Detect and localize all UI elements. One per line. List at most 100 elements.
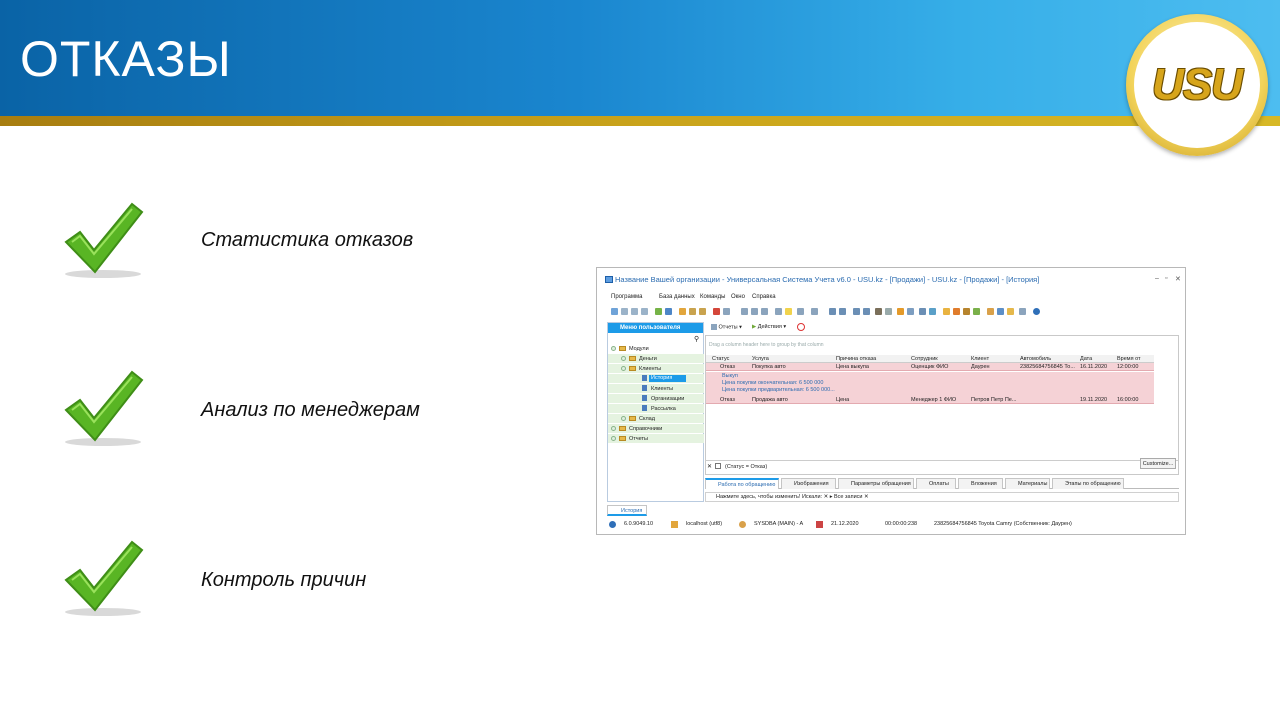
tab-history-bottom[interactable]: История — [607, 505, 647, 516]
cell: Петров Петр Пе... — [971, 397, 1017, 403]
tab-work[interactable]: Работа по обращению — [705, 478, 779, 489]
toolbar-icon[interactable] — [689, 308, 696, 315]
toolbar-icon[interactable] — [631, 308, 638, 315]
reports-label: Отчеты — [718, 324, 738, 331]
col-reason[interactable]: Причина отказа — [836, 356, 876, 362]
col-client[interactable]: Клиент — [971, 356, 989, 362]
customize-button[interactable]: Customize... — [1140, 458, 1176, 469]
tree-item-modules[interactable]: Модули — [608, 344, 704, 353]
col-car[interactable]: Автомобиль — [1020, 356, 1051, 362]
stop-icon[interactable] — [797, 323, 805, 331]
toolbar-icon[interactable] — [907, 308, 914, 315]
table-row[interactable]: Отказ Покупка авто Цена выкупа Оценщик Ф… — [706, 363, 1154, 371]
tab-attachments[interactable]: Вложения — [958, 478, 1003, 489]
search-bar[interactable]: Нажмите здесь, чтобы изменить! Искали: ✕… — [705, 492, 1179, 502]
tab-images[interactable]: Изображения — [781, 478, 836, 489]
tree-item-money[interactable]: Деньги — [608, 354, 704, 363]
clear-filter-icon[interactable]: ✕ — [707, 463, 712, 470]
collapse-icon[interactable] — [611, 346, 616, 351]
menu-database[interactable]: База данных — [659, 294, 695, 300]
filter-bar: ✕ (Статус = Отказ) — [705, 460, 1179, 471]
tab-materials[interactable]: Материалы — [1005, 478, 1050, 489]
flag-icon[interactable] — [713, 308, 720, 315]
tree-item-history[interactable]: История — [608, 374, 704, 383]
toolbar-icon[interactable] — [839, 308, 846, 315]
expand-icon[interactable] — [611, 436, 616, 441]
cell: 16:00:00 — [1117, 397, 1139, 403]
toolbar-icon[interactable] — [699, 308, 706, 315]
detail-tabs: Работа по обращению Изображения Параметр… — [705, 478, 1179, 489]
play-icon[interactable] — [1007, 308, 1014, 315]
toolbar-icon[interactable] — [775, 308, 782, 315]
filter-icon[interactable] — [679, 308, 686, 315]
tree-item-organizations[interactable]: Организации — [608, 394, 704, 403]
tree-item-reports[interactable]: Отчеты — [608, 434, 704, 443]
menu-window[interactable]: Окно — [731, 294, 745, 300]
menu-commands[interactable]: Команды — [700, 294, 725, 300]
cell: Даурен — [971, 364, 990, 370]
actions-dropdown[interactable]: ▶ Действия ▾ — [752, 324, 786, 330]
filter-checkbox[interactable] — [715, 463, 721, 469]
toolbar-icon[interactable] — [943, 308, 950, 315]
maximize-icon[interactable]: ▫ — [1165, 275, 1167, 282]
toolbar-icon[interactable] — [919, 308, 926, 315]
toolbar-icon[interactable] — [797, 308, 804, 315]
reports-dropdown[interactable]: Отчеты ▾ — [711, 324, 742, 330]
search-icon[interactable]: ⚲ — [694, 335, 699, 343]
col-date[interactable]: Дата — [1080, 356, 1092, 362]
toolbar-icon[interactable] — [963, 308, 970, 315]
folder-icon — [619, 436, 626, 441]
toolbar-icon[interactable] — [973, 308, 980, 315]
toolbar-icon[interactable] — [621, 308, 628, 315]
toolbar-icon[interactable] — [1019, 308, 1026, 315]
tree-item-clients-sub[interactable]: Клиенты — [608, 384, 704, 393]
status-bar: 6.0.9049.10 localhost (utf8) SYSDBA (MAI… — [597, 518, 1185, 530]
tree-item-mailing[interactable]: Рассылка — [608, 404, 704, 413]
toolbar-icon[interactable] — [741, 308, 748, 315]
toolbar-icon[interactable] — [987, 308, 994, 315]
toolbar-icon[interactable] — [723, 308, 730, 315]
tab-params[interactable]: Параметры обращения — [838, 478, 914, 489]
toolbar-icon[interactable] — [641, 308, 648, 315]
toolbar-icon[interactable] — [929, 308, 936, 315]
toolbar-icon[interactable] — [655, 308, 662, 315]
col-time-from[interactable]: Время от — [1117, 356, 1141, 362]
clear-icon[interactable]: ✕ — [864, 494, 869, 500]
tree-item-clients[interactable]: Клиенты — [608, 364, 704, 373]
minimize-icon[interactable]: – — [1155, 275, 1159, 282]
expand-icon[interactable] — [621, 416, 626, 421]
collapse-icon[interactable] — [621, 366, 626, 371]
tree-item-warehouse[interactable]: Склад — [608, 414, 704, 423]
toolbar-icon[interactable] — [953, 308, 960, 315]
search-icon[interactable] — [665, 308, 672, 315]
cell: Покупка авто — [752, 364, 786, 370]
toolbar-icon[interactable] — [611, 308, 618, 315]
toolbar-icon[interactable] — [853, 308, 860, 315]
app-window-icon — [605, 276, 613, 283]
toolbar-icon[interactable] — [761, 308, 768, 315]
toolbar-icon[interactable] — [785, 308, 792, 315]
toolbar-icon[interactable] — [897, 308, 904, 315]
close-icon[interactable]: ✕ — [1175, 275, 1181, 283]
tab-payments[interactable]: Оплаты — [916, 478, 956, 489]
toolbar-icon[interactable] — [751, 308, 758, 315]
col-employee[interactable]: Сотрудник — [911, 356, 938, 362]
tree-item-directories[interactable]: Справочники — [608, 424, 704, 433]
toolbar-icon[interactable] — [811, 308, 818, 315]
mail-icon[interactable] — [997, 308, 1004, 315]
tab-stages[interactable]: Этапы по обращению — [1052, 478, 1124, 489]
menu-help[interactable]: Справка — [752, 294, 776, 300]
toolbar-icon[interactable] — [885, 308, 892, 315]
col-status[interactable]: Статус — [712, 356, 729, 362]
table-row[interactable]: Отказ Продажа авто Цена Менеджер 1 ФИО П… — [706, 396, 1154, 404]
menu-program[interactable]: Программа — [611, 294, 642, 300]
expand-icon[interactable] — [621, 356, 626, 361]
folder-icon — [629, 356, 636, 361]
col-service[interactable]: Услуга — [752, 356, 769, 362]
info-icon — [609, 521, 616, 528]
toolbar-icon[interactable] — [875, 308, 882, 315]
expand-icon[interactable] — [611, 426, 616, 431]
info-icon[interactable] — [1033, 308, 1040, 315]
toolbar-icon[interactable] — [829, 308, 836, 315]
toolbar-icon[interactable] — [863, 308, 870, 315]
